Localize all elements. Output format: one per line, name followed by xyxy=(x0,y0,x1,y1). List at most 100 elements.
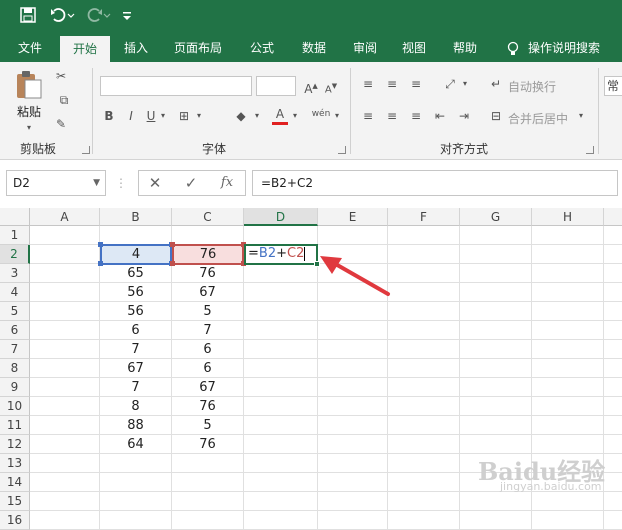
cell-c13[interactable] xyxy=(172,454,244,473)
align-right-icon[interactable]: ≡ xyxy=(408,108,424,124)
cell-h10[interactable] xyxy=(532,397,604,416)
font-launcher-icon[interactable] xyxy=(338,146,346,154)
cell-a12[interactable] xyxy=(30,435,100,454)
format-painter-icon[interactable]: ✎ xyxy=(52,116,70,132)
increase-font-icon[interactable]: A▲ xyxy=(302,78,320,97)
tab-page-layout[interactable]: 页面布局 xyxy=(166,34,230,62)
column-header-b[interactable]: B xyxy=(100,208,172,226)
cell-d4[interactable] xyxy=(244,283,318,302)
column-header-a[interactable]: A xyxy=(30,208,100,226)
align-left-icon[interactable]: ≡ xyxy=(360,108,376,124)
tab-insert[interactable]: 插入 xyxy=(114,34,158,62)
cancel-button[interactable]: ✕ xyxy=(142,170,168,196)
cell-a4[interactable] xyxy=(30,283,100,302)
row-header-13[interactable]: 13 xyxy=(0,454,30,473)
decrease-indent-icon[interactable]: ⇤ xyxy=(432,108,448,124)
cell-h4[interactable] xyxy=(532,283,604,302)
cell-f6[interactable] xyxy=(388,321,460,340)
chevron-down-icon[interactable]: ▾ xyxy=(158,108,168,124)
worksheet-grid[interactable]: ABCDEFGH 1 2 3 4 5 6 7 8 9 10 11 12 13 14 15 16 65 76 56 6… xyxy=(0,208,622,530)
save-icon[interactable] xyxy=(18,7,38,27)
redo-icon[interactable] xyxy=(84,7,112,27)
cell-h11[interactable] xyxy=(532,416,604,435)
cell-d1[interactable] xyxy=(244,226,318,245)
cell-c2[interactable]: 76 xyxy=(172,245,244,264)
cell-f12[interactable] xyxy=(388,435,460,454)
chevron-down-icon[interactable]: ▾ xyxy=(252,108,262,124)
cell-c6[interactable]: 7 xyxy=(172,321,244,340)
column-header-f[interactable]: F xyxy=(388,208,460,226)
chevron-down-icon[interactable]: ▾ xyxy=(290,108,300,124)
cell-d9[interactable] xyxy=(244,378,318,397)
tab-data[interactable]: 数据 xyxy=(292,34,336,62)
italic-button[interactable]: I xyxy=(124,108,138,124)
cell-b13[interactable] xyxy=(100,454,172,473)
column-header-g[interactable]: G xyxy=(460,208,532,226)
cell-g15[interactable] xyxy=(460,492,532,511)
lightbulb-icon[interactable] xyxy=(503,34,523,62)
underline-button[interactable]: U xyxy=(144,108,158,124)
cell-e1[interactable] xyxy=(318,226,388,245)
cell-d5[interactable] xyxy=(244,302,318,321)
row-header-7[interactable]: 7 xyxy=(0,340,30,359)
cell-d8[interactable] xyxy=(244,359,318,378)
font-size-dropdown[interactable] xyxy=(256,76,296,96)
cell-c9[interactable]: 67 xyxy=(172,378,244,397)
cell-h8[interactable] xyxy=(532,359,604,378)
cell-h2[interactable] xyxy=(532,245,604,264)
cell-i12[interactable] xyxy=(604,435,622,454)
cell-i10[interactable] xyxy=(604,397,622,416)
phonetic-icon[interactable]: wén xyxy=(310,106,332,122)
cell-i14[interactable] xyxy=(604,473,622,492)
row-header-6[interactable]: 6 xyxy=(0,321,30,340)
cell-i16[interactable] xyxy=(604,511,622,530)
cell-b9[interactable]: 7 xyxy=(100,378,172,397)
cell-g7[interactable] xyxy=(460,340,532,359)
cell-c3[interactable]: 76 xyxy=(172,264,244,283)
cell-i6[interactable] xyxy=(604,321,622,340)
cell-a8[interactable] xyxy=(30,359,100,378)
row-header-14[interactable]: 14 xyxy=(0,473,30,492)
alignment-launcher-icon[interactable] xyxy=(586,146,594,154)
cell-c15[interactable] xyxy=(172,492,244,511)
active-cell-d2[interactable]: =B2+C2 xyxy=(244,244,318,265)
chevron-down-icon[interactable]: ▾ xyxy=(22,120,36,136)
chevron-down-icon[interactable]: ▾ xyxy=(460,76,470,92)
cell-f10[interactable] xyxy=(388,397,460,416)
cell-f7[interactable] xyxy=(388,340,460,359)
cell-a13[interactable] xyxy=(30,454,100,473)
cell-f13[interactable] xyxy=(388,454,460,473)
cell-e10[interactable] xyxy=(318,397,388,416)
cell-c16[interactable] xyxy=(172,511,244,530)
more-options-icon[interactable]: ⋮ xyxy=(114,170,128,196)
cell-h15[interactable] xyxy=(532,492,604,511)
row-header-12[interactable]: 12 xyxy=(0,435,30,454)
cell-f1[interactable] xyxy=(388,226,460,245)
cell-i15[interactable] xyxy=(604,492,622,511)
cell-i4[interactable] xyxy=(604,283,622,302)
cell-b10[interactable]: 8 xyxy=(100,397,172,416)
cell-g6[interactable] xyxy=(460,321,532,340)
cell-b4[interactable]: 56 xyxy=(100,283,172,302)
cell-d7[interactable] xyxy=(244,340,318,359)
cell-g1[interactable] xyxy=(460,226,532,245)
select-all-button[interactable] xyxy=(0,208,30,226)
cell-f9[interactable] xyxy=(388,378,460,397)
cell-e6[interactable] xyxy=(318,321,388,340)
cell-g4[interactable] xyxy=(460,283,532,302)
cell-h6[interactable] xyxy=(532,321,604,340)
row-header-5[interactable]: 5 xyxy=(0,302,30,321)
cell-i5[interactable] xyxy=(604,302,622,321)
tell-me-search[interactable]: 操作说明搜索 xyxy=(528,34,610,62)
cell-f8[interactable] xyxy=(388,359,460,378)
clipboard-launcher-icon[interactable] xyxy=(82,146,90,154)
cell-d6[interactable] xyxy=(244,321,318,340)
top-align-icon[interactable]: ≡ xyxy=(360,76,376,92)
cell-i11[interactable] xyxy=(604,416,622,435)
row-header-10[interactable]: 10 xyxy=(0,397,30,416)
tab-view[interactable]: 视图 xyxy=(392,34,436,62)
cell-f11[interactable] xyxy=(388,416,460,435)
cell-c8[interactable]: 6 xyxy=(172,359,244,378)
cell-b3[interactable]: 65 xyxy=(100,264,172,283)
cell-c7[interactable]: 6 xyxy=(172,340,244,359)
